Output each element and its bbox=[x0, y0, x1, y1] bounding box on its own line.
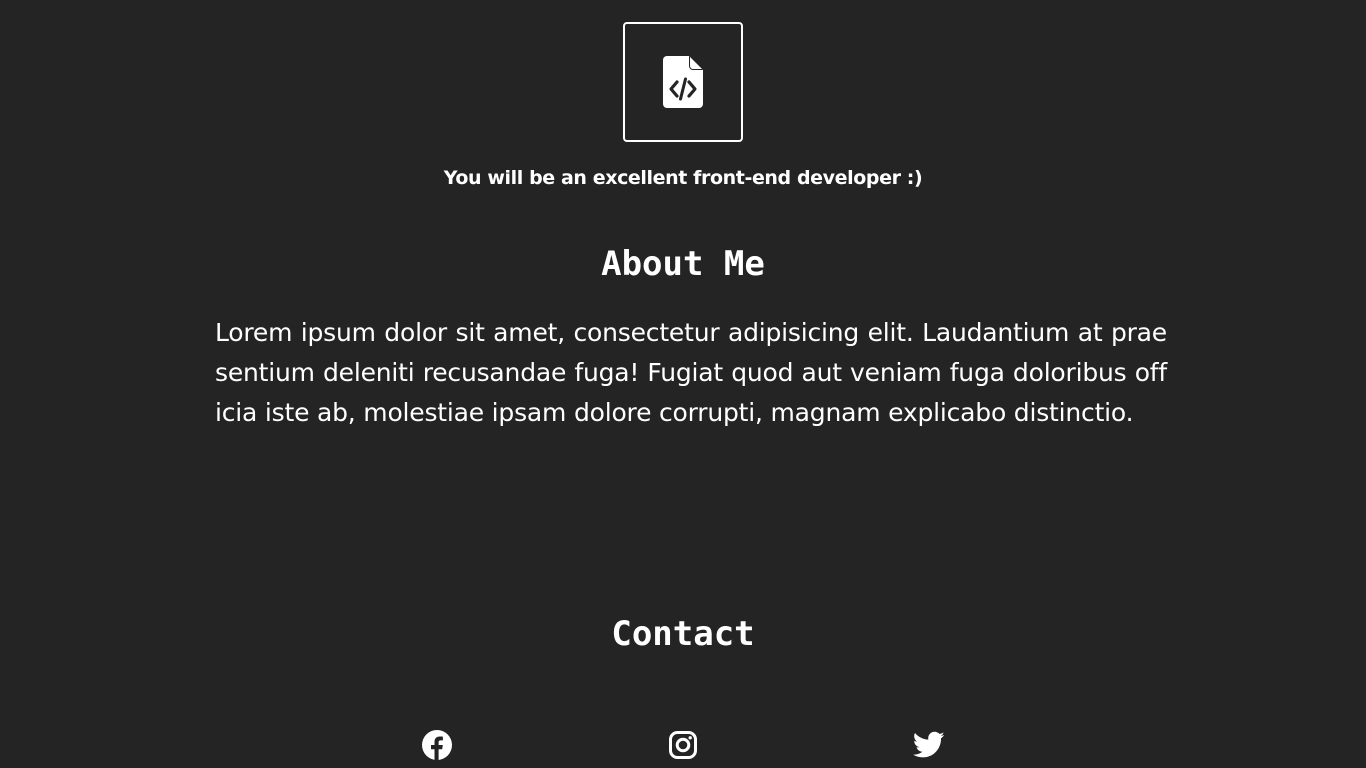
tagline: You will be an excellent front-end devel… bbox=[443, 167, 923, 189]
file-code-icon bbox=[663, 56, 703, 108]
instagram-icon bbox=[669, 731, 697, 759]
twitter-link[interactable] bbox=[913, 729, 945, 761]
about-text: Lorem ipsum dolor sit amet, consectetur … bbox=[215, 318, 1167, 427]
logo-box bbox=[623, 22, 743, 142]
facebook-link[interactable] bbox=[421, 729, 453, 761]
contact-title: Contact bbox=[611, 614, 755, 654]
page: You will be an excellent front-end devel… bbox=[0, 0, 1366, 768]
about-title: About Me bbox=[601, 244, 765, 284]
facebook-icon bbox=[422, 730, 452, 760]
twitter-icon bbox=[913, 731, 945, 758]
instagram-link[interactable] bbox=[667, 729, 699, 761]
